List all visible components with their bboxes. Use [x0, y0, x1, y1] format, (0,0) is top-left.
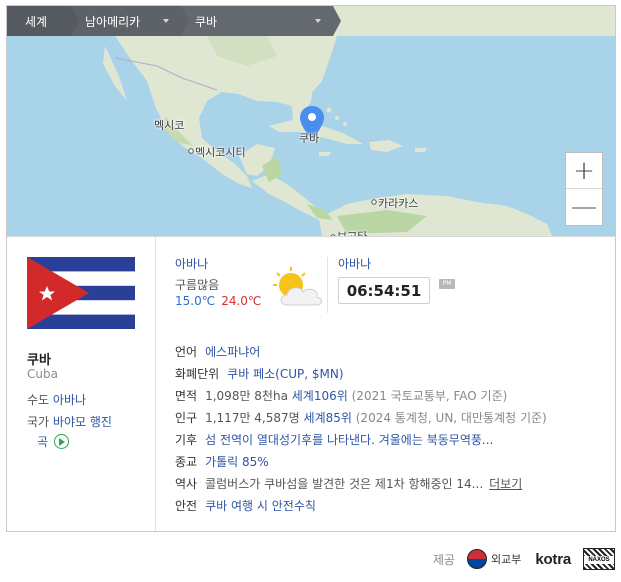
currency-link[interactable]: 쿠바 페소(CUP, $MN): [227, 367, 343, 381]
breadcrumb: 세계 남아메리카 쿠바: [7, 6, 341, 36]
weather-widget: 아바나 구름많음 15.0℃ 24.0℃: [175, 255, 261, 308]
map-canvas: [7, 6, 615, 236]
naxos-logo[interactable]: NAXOS: [583, 548, 615, 570]
anthem-label: 국가: [27, 415, 50, 429]
country-summary: 쿠바 Cuba 수도 아바나 국가 바야모 행진 곡: [7, 237, 156, 531]
breadcrumb-world[interactable]: 세계: [7, 6, 79, 36]
naxos-label: NAXOS: [584, 556, 614, 564]
country-name: 쿠바: [27, 353, 51, 368]
mofa-logo[interactable]: 외교부: [466, 549, 522, 569]
country-details: 쿠바 Cuba 수도 아바나 국가 바야모 행진 곡 아바나 구름많음 15.0℃…: [7, 236, 615, 531]
taegeuk-icon: [466, 549, 487, 569]
clock-city-link[interactable]: 아바나: [338, 255, 371, 272]
history-text: 콜럼버스가 쿠바섬을 발견한 것은 제1차 항해중인 14...: [205, 476, 484, 491]
population-value: 1,117만 4,587명: [205, 410, 300, 425]
breadcrumb-label: 세계: [25, 14, 48, 29]
language-link[interactable]: 에스파냐어: [205, 345, 260, 359]
history-more-link[interactable]: 더보기: [489, 475, 522, 492]
temp-low: 15.0℃: [175, 294, 216, 308]
provider-label: 제공: [432, 552, 455, 567]
info-row-climate: 기후 섬 전역이 열대성기후를 나타낸다. 겨울에는 북동무역풍...: [175, 428, 605, 450]
breadcrumb-south-america[interactable]: 남아메리카: [71, 6, 189, 36]
info-label: 기후: [175, 432, 198, 447]
zoom-out-button[interactable]: —: [566, 189, 602, 225]
mofa-label: 외교부: [490, 553, 522, 566]
capital-row: 수도 아바나: [27, 391, 86, 408]
widget-divider: [327, 257, 328, 313]
anthem-row: 국가 바야모 행진 곡: [27, 412, 145, 452]
map-label-bogota: 보고타: [337, 228, 367, 236]
area-value: 1,098만 8천ha: [205, 388, 288, 403]
info-row-population: 인구 1,117만 4,587명 세계85위 (2024 통계청, UN, 대만…: [175, 406, 605, 428]
info-row-religion: 종교 가톨릭 85%: [175, 450, 605, 472]
chevron-down-icon: [315, 19, 321, 23]
country-name-english: Cuba: [27, 367, 58, 381]
play-circle-icon[interactable]: [53, 434, 69, 449]
climate-link[interactable]: 섬 전역이 열대성기후를 나타낸다. 겨울에는 북동무역풍...: [205, 433, 493, 447]
country-info-table: 언어 에스파냐어 화폐단위 쿠바 페소(CUP, $MN) 면적 1,098만 …: [175, 340, 605, 516]
religion-link[interactable]: 가톨릭 85%: [205, 455, 269, 469]
info-label: 종교: [175, 454, 198, 469]
weather-city-link[interactable]: 아바나: [175, 255, 261, 272]
info-label: 역사: [175, 476, 198, 491]
kotra-logo[interactable]: kotra: [535, 551, 571, 568]
local-time: 06:54:51: [338, 277, 430, 304]
map-label-mexico: 멕시코: [154, 119, 185, 132]
info-label: 면적: [175, 388, 198, 403]
weather-condition: 구름많음: [175, 278, 220, 292]
map-label-cuba: 쿠바: [299, 132, 320, 145]
country-info-card: 멕시코 멕시코시티 쿠바 카라카스 보고타 + — 세계 남아메리카 쿠바: [6, 5, 616, 532]
weather-temps: 15.0℃ 24.0℃: [175, 294, 261, 308]
population-rank-link[interactable]: 세계85위: [304, 411, 352, 425]
info-row-currency: 화폐단위 쿠바 페소(CUP, $MN): [175, 362, 605, 384]
world-map[interactable]: 멕시코 멕시코시티 쿠바 카라카스 보고타 + —: [7, 6, 615, 236]
info-label: 화폐단위: [175, 366, 220, 381]
breadcrumb-label: 쿠바: [195, 14, 218, 29]
info-row-safety: 안전 쿠바 여행 시 안전수칙: [175, 494, 605, 516]
partly-cloudy-icon: [273, 267, 322, 306]
anthem-name-part2: 곡: [37, 435, 49, 449]
map-label-mexico-city: 멕시코시티: [195, 146, 246, 159]
map-label-caracas: 카라카스: [378, 197, 419, 210]
population-source: (2024 통계청, UN, 대만통계청 기준): [355, 410, 547, 425]
breadcrumb-label: 남아메리카: [85, 14, 141, 29]
area-source: (2021 국토교통부, FAO 기준): [351, 388, 508, 403]
capital-label: 수도: [27, 393, 50, 407]
area-rank-link[interactable]: 세계106위: [292, 389, 348, 403]
temp-high: 24.0℃: [221, 294, 262, 308]
cuba-flag-icon: [27, 257, 135, 329]
info-label: 언어: [175, 344, 198, 359]
info-label: 안전: [175, 498, 198, 513]
info-row-language: 언어 에스파냐어: [175, 340, 605, 362]
ampm-badge: PM: [439, 279, 455, 289]
zoom-in-button[interactable]: +: [566, 153, 602, 189]
capital-link[interactable]: 아바나: [53, 393, 86, 407]
info-row-history: 역사 콜럼버스가 쿠바섬을 발견한 것은 제1차 항해중인 14... 더보기: [175, 472, 605, 494]
info-label: 인구: [175, 410, 198, 425]
info-row-area: 면적 1,098만 8천ha 세계106위 (2021 국토교통부, FAO 기…: [175, 384, 605, 406]
safety-link[interactable]: 쿠바 여행 시 안전수칙: [205, 499, 316, 513]
chevron-down-icon: [163, 19, 169, 23]
provider-footer: 제공 외교부 kotra NAXOS: [433, 546, 615, 572]
breadcrumb-cuba[interactable]: 쿠바: [181, 6, 341, 36]
anthem-name-part1: 바야모 행진: [52, 415, 112, 429]
map-zoom-control: + —: [565, 152, 603, 226]
